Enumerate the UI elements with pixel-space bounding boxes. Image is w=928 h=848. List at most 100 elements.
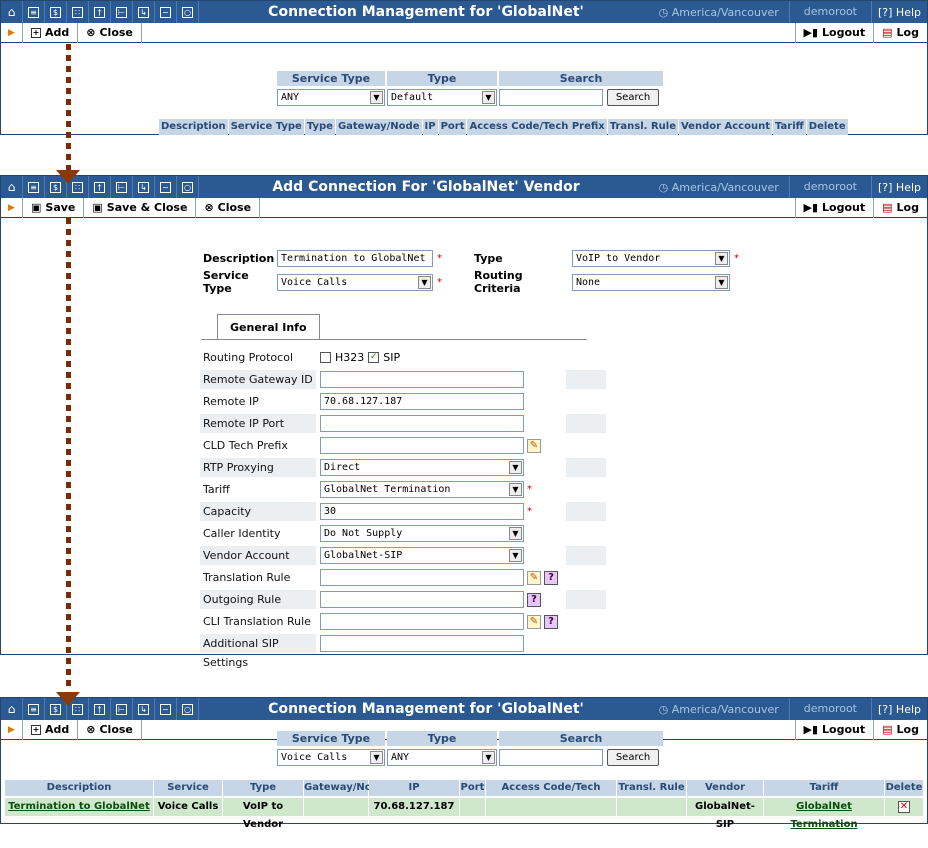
tab-general-info[interactable]: General Info: [217, 314, 320, 340]
grid-icon[interactable]: ∷: [67, 1, 89, 23]
timezone-link[interactable]: ◷ America/Vancouver: [649, 703, 789, 716]
column-header[interactable]: Delete: [806, 119, 848, 135]
help-link[interactable]: [?] Help: [872, 6, 927, 19]
cell-delete[interactable]: ✕: [885, 798, 923, 816]
sip-checkbox[interactable]: ✓: [368, 352, 380, 363]
type-select[interactable]: ANY ▼: [387, 749, 497, 766]
add-button[interactable]: + Add: [23, 719, 79, 740]
service-type-select[interactable]: ANY ▼: [277, 89, 385, 106]
description-link[interactable]: Termination to GlobalNet: [8, 801, 150, 812]
list-icon[interactable]: ≡: [23, 176, 45, 198]
logout-button[interactable]: ▶▮ Logout: [794, 720, 874, 740]
remote-ip-port-input[interactable]: [320, 415, 524, 432]
close-button[interactable]: ⊗ Close: [78, 719, 142, 740]
service-type-select[interactable]: Voice Calls ▼: [277, 749, 385, 766]
cell-tariff[interactable]: GlobalNet Termination: [764, 798, 884, 830]
log-button[interactable]: ▤ Log: [873, 198, 927, 218]
person-icon[interactable]: †: [89, 176, 111, 198]
close-button[interactable]: ⊗ Close: [78, 22, 142, 43]
wizard-icon[interactable]: ✎: [527, 570, 541, 585]
add-button[interactable]: + Add: [23, 22, 79, 43]
description-input[interactable]: Termination to GlobalNet: [277, 249, 433, 267]
h323-checkbox[interactable]: [320, 352, 331, 363]
capacity-input[interactable]: 30: [320, 503, 524, 520]
rtp-proxying-select[interactable]: Direct ▼: [320, 459, 524, 476]
chart-icon[interactable]: ~: [155, 1, 177, 23]
user-link[interactable]: demoroot: [788, 698, 872, 720]
help-link[interactable]: [?] Help: [872, 181, 927, 194]
tariff-link[interactable]: GlobalNet Termination: [790, 801, 857, 830]
search-icon[interactable]: ○: [177, 698, 199, 720]
export-icon[interactable]: ↳: [133, 1, 155, 23]
caller-identity-select[interactable]: Do Not Supply ▼: [320, 525, 524, 542]
list-icon[interactable]: ≡: [23, 698, 45, 720]
column-header[interactable]: IP: [369, 780, 459, 796]
column-header[interactable]: Transl. Rule: [607, 119, 678, 135]
dollar-icon[interactable]: $: [45, 1, 67, 23]
search-icon[interactable]: ○: [177, 176, 199, 198]
save-close-button[interactable]: ▣ Save & Close: [84, 197, 197, 218]
column-header[interactable]: Gateway/Node: [304, 780, 386, 796]
chart-icon[interactable]: ~: [155, 176, 177, 198]
save-button[interactable]: ▣ Save: [23, 197, 85, 218]
column-header[interactable]: Type: [304, 119, 335, 135]
cld-tech-prefix-input[interactable]: [320, 437, 524, 454]
additional-sip-settings-input[interactable]: [320, 635, 524, 652]
column-header[interactable]: Tariff: [764, 780, 884, 796]
user-link[interactable]: demoroot: [788, 1, 872, 23]
home-icon[interactable]: ⌂: [1, 698, 23, 720]
home-icon[interactable]: ⌂: [1, 1, 23, 23]
outgoing-rule-input[interactable]: [320, 591, 524, 608]
wizard-icon[interactable]: ✎: [527, 614, 541, 629]
timezone-link[interactable]: ◷ America/Vancouver: [649, 181, 789, 194]
help-icon[interactable]: ?: [544, 570, 558, 585]
person-icon[interactable]: †: [89, 698, 111, 720]
logout-button[interactable]: ▶▮ Logout: [794, 198, 874, 218]
table-row[interactable]: Termination to GlobalNet Voice Calls VoI…: [5, 798, 924, 830]
column-header[interactable]: Tariff: [773, 119, 806, 135]
translation-rule-input[interactable]: [320, 569, 524, 586]
person-icon[interactable]: †: [89, 1, 111, 23]
user-link[interactable]: demoroot: [788, 176, 872, 198]
column-header[interactable]: Vendor Account: [687, 780, 763, 809]
cli-translation-rule-input[interactable]: [320, 613, 524, 630]
home-icon[interactable]: ⌂: [1, 176, 23, 198]
search-icon[interactable]: ○: [177, 1, 199, 23]
column-header[interactable]: Type: [223, 780, 303, 796]
tree-icon[interactable]: ⊢: [111, 698, 133, 720]
column-header[interactable]: Service Type: [154, 780, 222, 809]
routing-criteria-select[interactable]: None ▼: [572, 273, 730, 291]
delete-icon[interactable]: ✕: [898, 801, 910, 813]
remote-gateway-id-input[interactable]: [320, 371, 524, 388]
column-header[interactable]: Transl. Rule: [617, 780, 686, 796]
export-icon[interactable]: ↳: [133, 176, 155, 198]
column-header[interactable]: Delete: [885, 780, 923, 796]
column-header[interactable]: Service Type: [228, 119, 304, 135]
type-select[interactable]: VoIP to Vendor ▼: [572, 249, 730, 267]
column-header[interactable]: Vendor Account: [678, 119, 773, 135]
wizard-icon[interactable]: ✎: [527, 438, 541, 453]
cell-description[interactable]: Termination to GlobalNet: [5, 798, 153, 816]
vendor-account-select[interactable]: GlobalNet-SIP ▼: [320, 547, 524, 564]
search-button[interactable]: Search: [607, 89, 659, 106]
timezone-link[interactable]: ◷ America/Vancouver: [649, 6, 789, 19]
column-header[interactable]: Access Code/Tech Prefix: [467, 119, 607, 135]
column-header[interactable]: Description: [5, 780, 153, 796]
logout-button[interactable]: ▶▮ Logout: [794, 23, 874, 43]
service-type-select[interactable]: Voice Calls ▼: [277, 273, 433, 291]
tree-icon[interactable]: ⊢: [111, 176, 133, 198]
search-input[interactable]: [499, 89, 603, 106]
search-button[interactable]: Search: [607, 749, 659, 766]
tree-icon[interactable]: ⊢: [111, 1, 133, 23]
help-link[interactable]: [?] Help: [872, 703, 927, 716]
close-button[interactable]: ⊗ Close: [196, 197, 261, 218]
column-header[interactable]: Port: [438, 119, 467, 135]
help-icon[interactable]: ?: [527, 592, 541, 607]
log-button[interactable]: ▤ Log: [873, 720, 927, 740]
list-icon[interactable]: ≡: [23, 1, 45, 23]
column-header[interactable]: Access Code/Tech Prefix: [486, 780, 616, 809]
help-icon[interactable]: ?: [544, 614, 558, 629]
column-header[interactable]: Port: [460, 780, 485, 796]
chart-icon[interactable]: ~: [155, 698, 177, 720]
column-header[interactable]: Description: [159, 119, 228, 135]
